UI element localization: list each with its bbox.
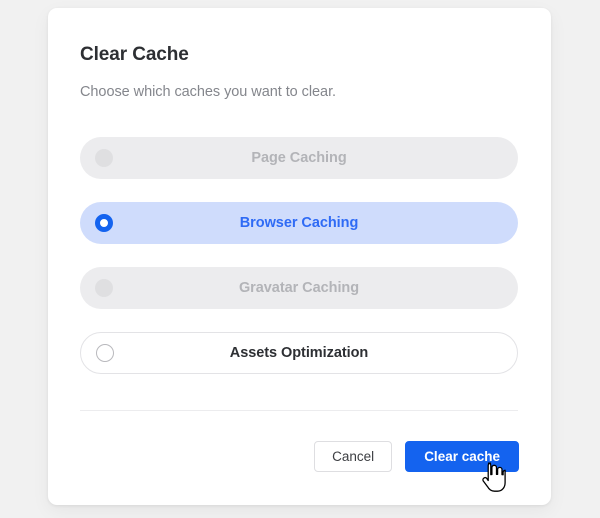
radio-icon-gravatar-caching (95, 279, 113, 297)
option-label-assets-optimization: Assets Optimization (230, 345, 368, 361)
option-label-page-caching: Page Caching (251, 150, 346, 166)
dialog-actions: Cancel Clear cache (314, 441, 519, 472)
cancel-button[interactable]: Cancel (314, 441, 392, 472)
radio-icon-assets-optimization[interactable] (96, 344, 114, 362)
clear-cache-button[interactable]: Clear cache (405, 441, 519, 472)
radio-icon-page-caching (95, 149, 113, 167)
modal-overlay: Clear Cache Choose which caches you want… (0, 0, 600, 518)
option-label-gravatar-caching: Gravatar Caching (239, 280, 359, 296)
cache-options-list: Page Caching Browser Caching Gravatar Ca… (80, 137, 518, 374)
dialog-body: Clear Cache Choose which caches you want… (48, 8, 551, 505)
option-row-page-caching: Page Caching (80, 137, 518, 179)
dialog-subtitle: Choose which caches you want to clear. (80, 84, 336, 100)
option-row-browser-caching[interactable]: Browser Caching (80, 202, 518, 244)
page-title: Clear Cache (80, 44, 189, 66)
radio-icon-browser-caching[interactable] (95, 214, 113, 232)
footer-divider (80, 410, 518, 411)
clear-cache-dialog: Clear Cache Choose which caches you want… (48, 8, 551, 505)
option-label-browser-caching: Browser Caching (240, 215, 359, 231)
option-row-assets-optimization[interactable]: Assets Optimization (80, 332, 518, 374)
option-row-gravatar-caching: Gravatar Caching (80, 267, 518, 309)
